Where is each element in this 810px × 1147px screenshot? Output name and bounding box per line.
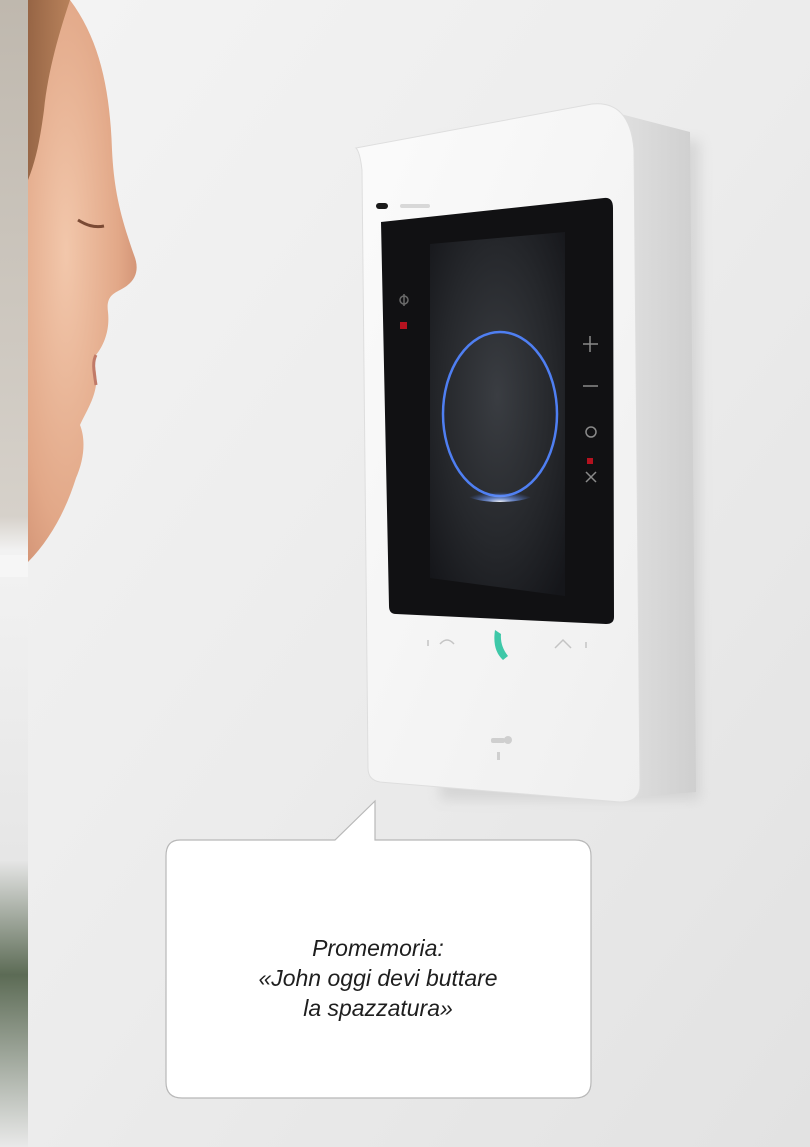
screen-display [430,232,565,596]
reminder-line-1: «John oggi devi buttare [258,965,498,991]
camera-lens [376,203,388,209]
reminder-line-2: la spazzatura» [303,995,453,1021]
reminder-title: Promemoria: [312,935,444,961]
reminder-text: Promemoria: «John oggi devi buttare la s… [166,858,590,1098]
